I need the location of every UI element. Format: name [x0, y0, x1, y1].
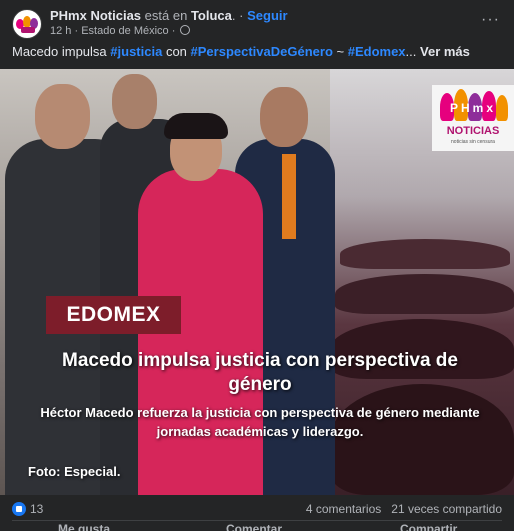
stats-divider — [12, 520, 502, 521]
facebook-post: PHmx Noticias está en Toluca. · Seguir 1… — [0, 0, 514, 531]
like-button[interactable]: Me gusta — [58, 522, 110, 531]
woman-hair — [164, 113, 228, 139]
photo-credit: Foto: Especial. — [28, 464, 121, 479]
caption-ellipsis: ... — [405, 44, 417, 59]
logo-letters: PHmx — [449, 101, 496, 115]
follow-button[interactable]: Seguir — [247, 8, 287, 23]
image-headline: Macedo impulsa justicia con perspectiva … — [62, 350, 458, 395]
audience-row — [340, 239, 510, 269]
page-avatar[interactable] — [12, 9, 42, 39]
post-image[interactable]: PHmx NOTICIAS noticias sin censura EDOME… — [0, 69, 514, 495]
more-options-button[interactable]: ··· — [481, 11, 500, 29]
share-button[interactable]: Compartir — [400, 522, 457, 531]
engagement-counts: 4 comentarios 21 veces compartido — [306, 502, 502, 516]
caption-text: ~ — [336, 44, 345, 59]
post-region: Estado de México — [81, 25, 169, 37]
hashtag-perspectiva[interactable]: #PerspectivaDeGénero — [191, 44, 333, 59]
separator-dot: · — [239, 8, 244, 23]
caption-text: Macedo impulsa — [12, 44, 107, 59]
phmx-logo: PHmx NOTICIAS noticias sin censura — [432, 85, 514, 151]
audience-row — [335, 274, 514, 314]
logo-text: NOTICIAS — [446, 125, 500, 137]
man-back-face — [112, 74, 157, 129]
post-header: PHmx Noticias está en Toluca. · Seguir 1… — [10, 8, 504, 42]
separator-dot: · — [171, 25, 176, 37]
post-author-line: PHmx Noticias está en Toluca. · Seguir — [50, 8, 288, 23]
separator: . — [231, 8, 236, 23]
post-action-bar: Me gusta Comentar Compartir — [0, 522, 514, 531]
image-subheadline: Héctor Macedo refuerza la justicia con p… — [40, 405, 480, 439]
page-name-link[interactable]: PHmx Noticias — [50, 8, 141, 23]
post-caption: Macedo impulsa #justicia con #Perspectiv… — [12, 44, 470, 59]
hashtag-justicia[interactable]: #justicia — [110, 44, 162, 59]
see-more-link[interactable]: Ver más — [420, 44, 470, 59]
status-text: está en — [144, 8, 188, 23]
reaction-count[interactable]: 13 — [30, 502, 43, 516]
logo-tagline: noticias sin censura — [451, 139, 495, 145]
comment-count-link[interactable]: 4 comentarios — [306, 502, 381, 516]
share-count-link[interactable]: 21 veces compartido — [391, 502, 502, 516]
edomex-badge: EDOMEX — [46, 296, 181, 334]
globe-icon — [180, 25, 191, 35]
orange-tie — [282, 154, 296, 239]
reaction-stats: 13 4 comentarios 21 veces compartido — [12, 501, 502, 519]
separator-dot: · — [74, 25, 79, 37]
post-time[interactable]: 12 h — [50, 25, 71, 37]
location-link[interactable]: Toluca — [191, 8, 232, 23]
hashtag-edomex[interactable]: #Edomex — [348, 44, 406, 59]
like-reaction-icon[interactable] — [12, 502, 26, 516]
man-left-face — [35, 84, 90, 149]
man-right-face — [260, 87, 308, 147]
caption-text: con — [165, 44, 187, 59]
post-timestamp-line: 12 h · Estado de México · — [50, 25, 191, 37]
comment-button[interactable]: Comentar — [226, 522, 282, 531]
